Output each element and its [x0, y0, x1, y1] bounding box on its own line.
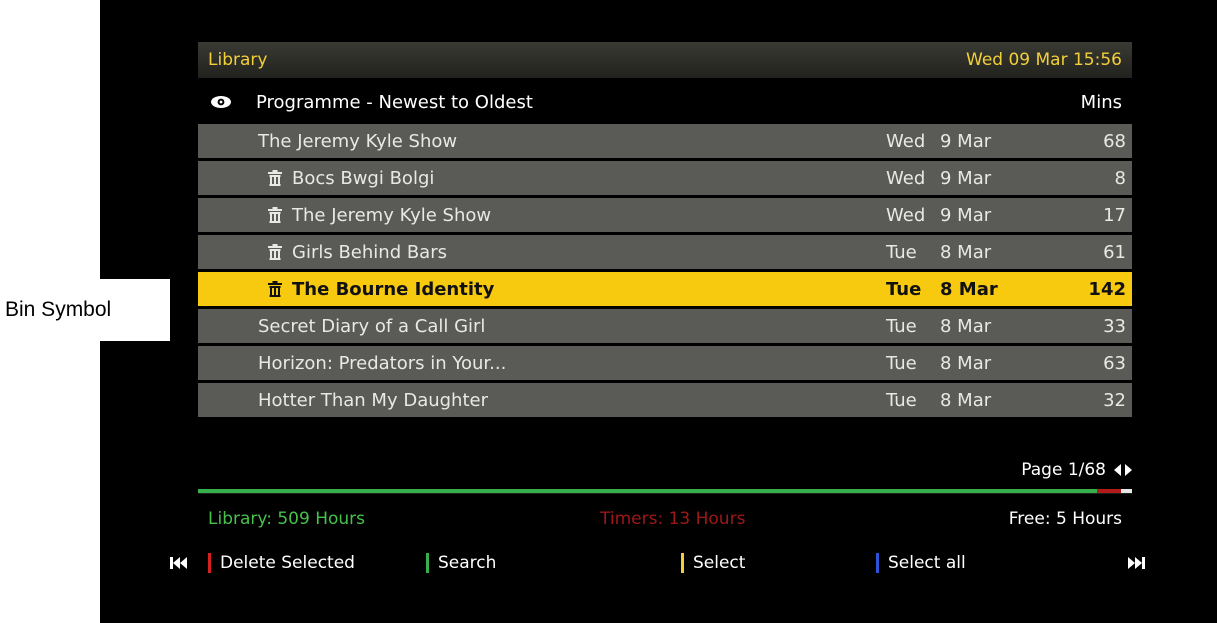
recording-day: Wed: [886, 130, 926, 152]
recording-title: The Bourne Identity: [292, 278, 495, 300]
recording-duration: 142: [1088, 278, 1126, 300]
recording-date: 8 Mar: [940, 278, 998, 300]
recording-title: Secret Diary of a Call Girl: [258, 315, 486, 337]
mins-column-label: Mins: [1080, 91, 1122, 113]
recording-date: 9 Mar: [940, 130, 992, 152]
bin-icon: [266, 206, 292, 224]
recording-title-cell: Hotter Than My Daughter: [258, 383, 488, 417]
free-space-segment: [1121, 489, 1132, 493]
recording-date: 8 Mar: [940, 389, 992, 411]
recording-title: Hotter Than My Daughter: [258, 389, 488, 411]
recording-duration: 8: [1114, 167, 1126, 189]
blue-key-icon: [876, 553, 879, 573]
search-label: Search: [438, 553, 497, 573]
select-all-label: Select all: [888, 553, 966, 573]
sort-order-label[interactable]: Programme - Newest to Oldest: [240, 92, 1081, 113]
recording-duration: 63: [1103, 352, 1126, 374]
recording-row[interactable]: Girls Behind Bars Tue 8 Mar 61: [198, 235, 1132, 269]
recording-day: Wed: [886, 204, 926, 226]
recording-date: 9 Mar: [940, 167, 992, 189]
timers-hours: Timers: 13 Hours: [600, 509, 746, 529]
library-usage-segment: [198, 489, 1097, 493]
recording-title: Girls Behind Bars: [292, 241, 447, 263]
recording-date: 8 Mar: [940, 352, 992, 374]
recording-title-cell: Girls Behind Bars: [266, 235, 447, 269]
page-indicator: Page 1/68: [1021, 460, 1106, 480]
red-key-icon: [208, 553, 211, 573]
page-arrows-icon[interactable]: [1114, 463, 1132, 477]
storage-stats: Library: 509 Hours Timers: 13 Hours Free…: [198, 502, 1132, 536]
clock: Wed 09 Mar 15:56: [966, 50, 1122, 70]
delete-selected-button[interactable]: Delete Selected: [208, 546, 355, 580]
recording-title-cell: The Bourne Identity: [266, 272, 494, 306]
timers-usage-segment: [1097, 489, 1121, 493]
recording-row[interactable]: Horizon: Predators in Your... Tue 8 Mar 63: [198, 346, 1132, 380]
recording-day: Tue: [886, 389, 917, 411]
select-label: Select: [693, 553, 746, 573]
recording-day: Wed: [886, 167, 926, 189]
recording-day: Tue: [886, 241, 917, 263]
column-header: Programme - Newest to Oldest Mins: [198, 84, 1132, 120]
storage-usage-bar: [198, 489, 1132, 494]
recording-day: Tue: [886, 352, 917, 374]
recording-date: 8 Mar: [940, 241, 992, 263]
recording-title-cell: Horizon: Predators in Your...: [258, 346, 506, 380]
tv-screen: Library Wed 09 Mar 15:56 Programme - New…: [100, 0, 1217, 623]
recording-duration: 68: [1103, 130, 1126, 152]
recording-row-selected[interactable]: The Bourne Identity Tue 8 Mar 142: [198, 272, 1132, 306]
recording-row[interactable]: The Jeremy Kyle Show Wed 9 Mar 68: [198, 124, 1132, 158]
callout-label: Bin Symbol: [5, 298, 112, 321]
bin-icon: [266, 169, 292, 187]
skip-forward-icon[interactable]: [1128, 546, 1146, 580]
recording-title-cell: Bocs Bwgi Bolgi: [266, 161, 434, 195]
recording-row[interactable]: Bocs Bwgi Bolgi Wed 9 Mar 8: [198, 161, 1132, 195]
recording-day: Tue: [886, 278, 922, 300]
recordings-list: The Jeremy Kyle Show Wed 9 Mar 68 Bocs Bwgi …: [198, 124, 1132, 420]
recording-title-cell: Secret Diary of a Call Girl: [258, 309, 485, 343]
recording-duration: 32: [1103, 389, 1126, 411]
recording-title: The Jeremy Kyle Show: [292, 204, 492, 226]
recording-duration: 17: [1103, 204, 1126, 226]
recording-date: 8 Mar: [940, 315, 992, 337]
search-button[interactable]: Search: [426, 546, 496, 580]
page-title: Library: [208, 50, 268, 70]
recording-duration: 61: [1103, 241, 1126, 263]
button-legend: Delete Selected Search Select Select all: [170, 546, 1170, 580]
bin-icon: [266, 243, 292, 261]
recording-day: Tue: [886, 315, 917, 337]
recording-title-cell: The Jeremy Kyle Show: [258, 124, 457, 158]
recording-duration: 33: [1103, 315, 1126, 337]
eye-icon: [210, 95, 240, 109]
recording-title-cell: The Jeremy Kyle Show: [266, 198, 491, 232]
recording-row[interactable]: Secret Diary of a Call Girl Tue 8 Mar 33: [198, 309, 1132, 343]
free-hours: Free: 5 Hours: [1008, 509, 1122, 529]
recording-row[interactable]: The Jeremy Kyle Show Wed 9 Mar 17: [198, 198, 1132, 232]
recording-title: Bocs Bwgi Bolgi: [292, 167, 435, 189]
library-hours: Library: 509 Hours: [208, 509, 365, 529]
recording-title: The Jeremy Kyle Show: [258, 130, 458, 152]
title-bar: Library Wed 09 Mar 15:56: [198, 42, 1132, 78]
recording-row[interactable]: Hotter Than My Daughter Tue 8 Mar 32: [198, 383, 1132, 417]
recording-title: Horizon: Predators in Your...: [258, 352, 507, 374]
select-button[interactable]: Select: [681, 546, 745, 580]
recording-date: 9 Mar: [940, 204, 992, 226]
select-all-button[interactable]: Select all: [876, 546, 966, 580]
green-key-icon: [426, 553, 429, 573]
bin-symbol-callout: Bin Symbol: [0, 279, 170, 341]
yellow-key-icon: [681, 553, 684, 573]
library-panel: Library Wed 09 Mar 15:56 Programme - New…: [100, 0, 1217, 623]
bin-icon: [266, 280, 292, 298]
skip-back-icon[interactable]: [170, 546, 188, 580]
delete-selected-label: Delete Selected: [220, 553, 355, 573]
pager: Page 1/68: [198, 455, 1132, 485]
